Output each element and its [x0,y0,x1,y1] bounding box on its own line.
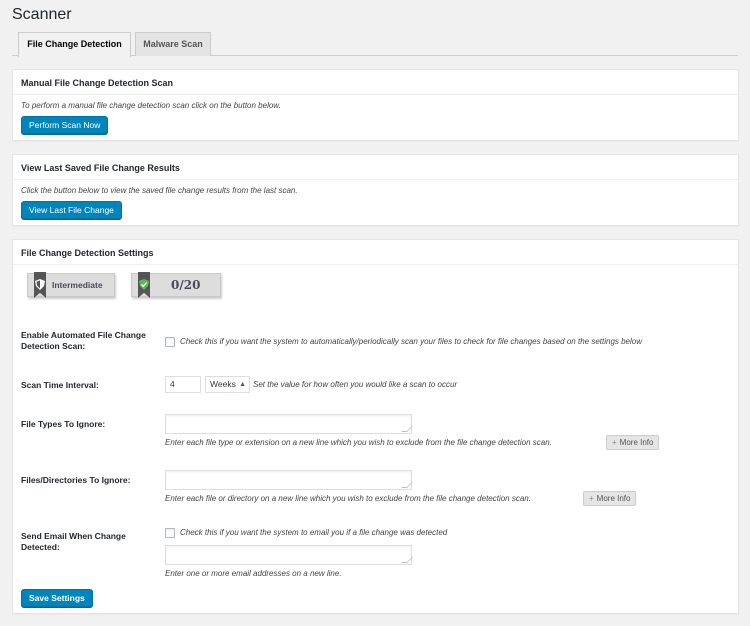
file-types-textarea[interactable] [165,414,413,434]
email-addresses-textarea[interactable] [165,545,413,565]
shield-check-icon [139,279,149,290]
page-title: Scanner [12,6,72,23]
resize-grip-icon [401,482,413,488]
manual-scan-box: Manual File Change Detection Scan To per… [12,69,739,141]
automated-scan-label: Enable Automated File Change Detection S… [21,330,146,351]
email-label: Send Email When Change Detected: [21,531,126,552]
manual-scan-description: To perform a manual file change detectio… [21,101,281,110]
scan-interval-unit-value: Weeks [210,379,236,389]
automated-scan-description: Check this if you want the system to aut… [180,337,643,346]
files-dirs-more-info-button[interactable]: + More Info [583,491,637,506]
last-results-box: View Last Saved File Change Results Clic… [12,154,739,226]
level-badge: Intermediate [27,272,115,298]
select-arrows-icon: ▲ [239,381,246,388]
scan-interval-label: Scan Time Interval: [21,380,99,390]
resize-grip-icon [401,557,413,563]
last-results-title: View Last Saved File Change Results [13,155,738,180]
files-dirs-description: Enter each file or directory on a new li… [165,494,531,503]
automated-scan-checkbox[interactable] [165,337,175,347]
score-badge-label: 0/20 [171,278,201,292]
email-checkbox[interactable] [165,528,175,538]
view-last-file-change-button[interactable]: View Last File Change [21,201,122,219]
tab-bar: File Change Detection Malware Scan [12,32,738,57]
tab-malware-scan[interactable]: Malware Scan [135,32,211,56]
perform-scan-button[interactable]: Perform Scan Now [21,116,109,134]
scan-interval-unit-select[interactable]: Weeks ▲ [205,376,250,393]
file-types-more-info-label: More Info [619,438,654,447]
file-types-description: Enter each file type or extension on a n… [165,438,552,447]
plus-icon: + [612,438,617,447]
file-types-label: File Types To Ignore: [21,419,106,429]
files-dirs-more-info-label: More Info [596,494,631,503]
file-types-more-info-button[interactable]: + More Info [606,435,660,450]
resize-grip-icon [401,426,413,432]
tab-file-change-detection[interactable]: File Change Detection [18,32,131,57]
scan-interval-description: Set the value for how often you would li… [253,380,458,389]
email-description: Check this if you want the system to ema… [180,528,448,537]
settings-box: File Change Detection Settings Intermedi… [12,239,739,614]
settings-title: File Change Detection Settings [13,240,738,265]
plus-icon: + [589,494,594,503]
manual-scan-title: Manual File Change Detection Scan [13,70,738,95]
email-addresses-description: Enter one or more email addresses on a n… [165,569,342,578]
shield-icon [35,279,45,290]
scan-interval-input[interactable]: 4 [165,376,201,393]
files-dirs-label: Files/Directories To Ignore: [21,475,131,485]
score-badge: 0/20 [131,272,221,298]
save-settings-button[interactable]: Save Settings [21,589,93,607]
level-badge-label: Intermediate [52,280,103,290]
files-dirs-textarea[interactable] [165,470,413,490]
last-results-description: Click the button below to view the saved… [21,186,298,195]
